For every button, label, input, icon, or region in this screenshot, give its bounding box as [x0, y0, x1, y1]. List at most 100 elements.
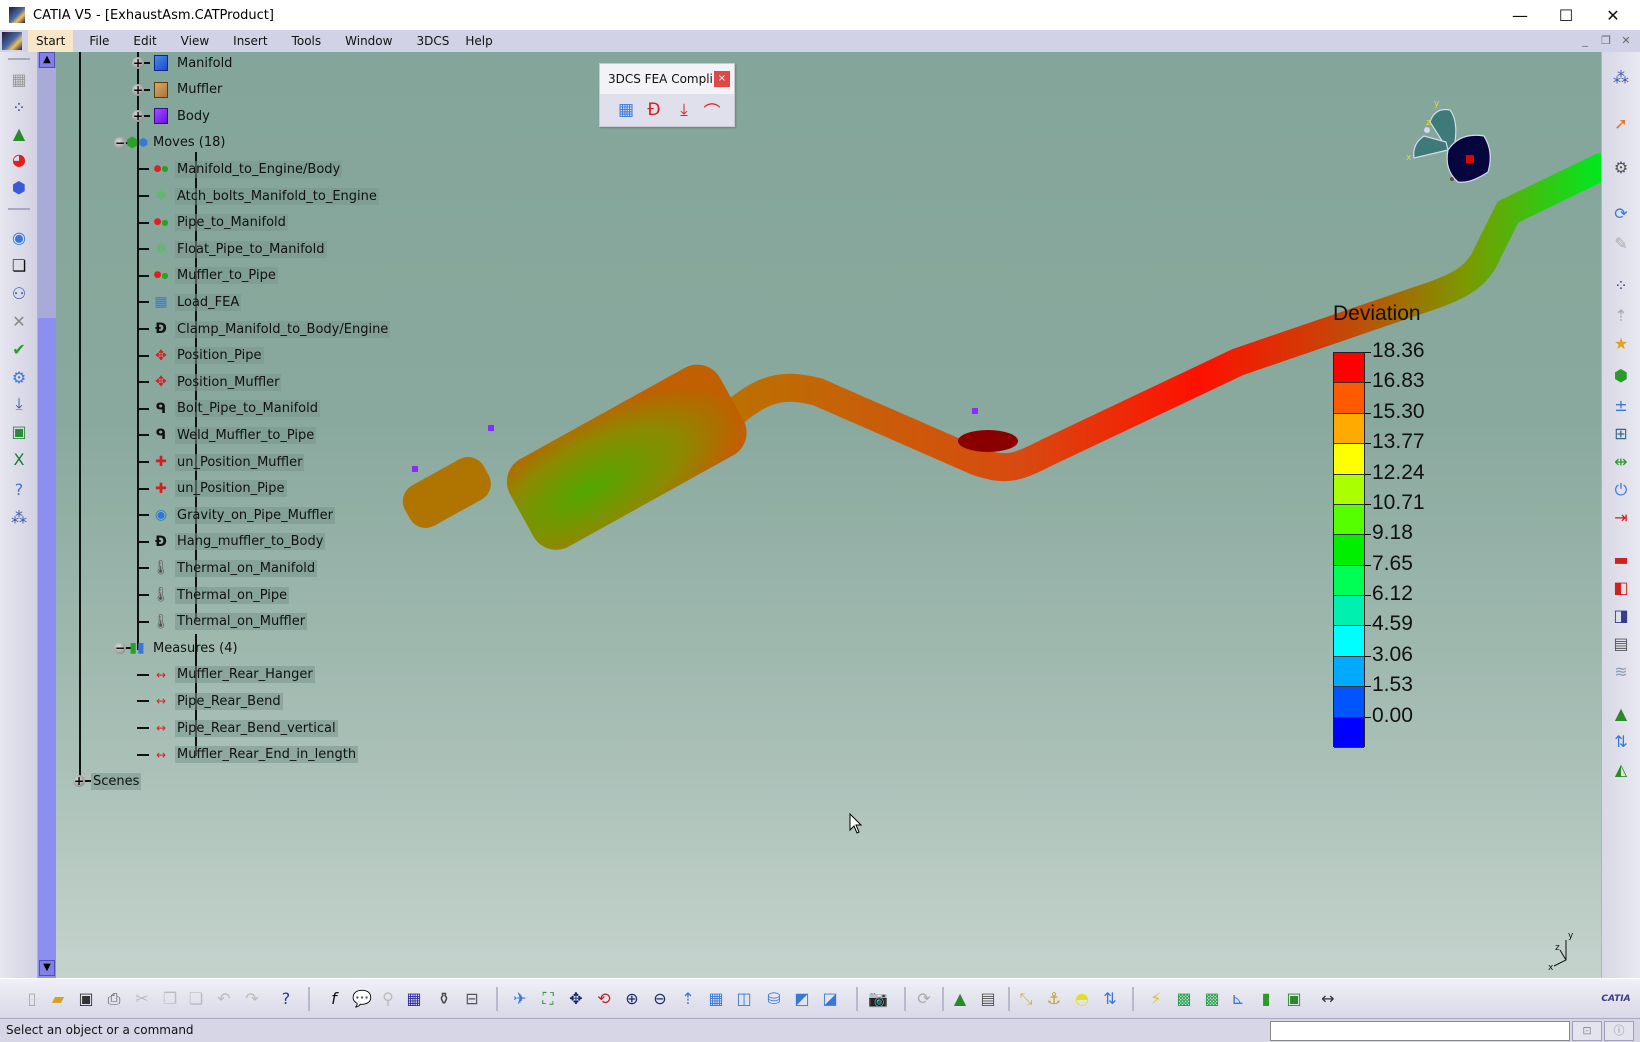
- select-gear-icon[interactable]: ⚙: [1609, 156, 1633, 180]
- feature-star-icon[interactable]: ★: [1609, 332, 1633, 356]
- tree-node-move[interactable]: ᑫ Bolt_Pipe_to_Manifold: [150, 398, 320, 420]
- gdt-icon[interactable]: ⊞: [1609, 422, 1633, 446]
- lock-icon[interactable]: ⚲: [376, 987, 400, 1011]
- tree-node-move[interactable]: Ɖ Clamp_Manifold_to_Body/Engine: [150, 318, 391, 340]
- tree-node-part[interactable]: Body: [150, 105, 212, 127]
- expand-toggle-icon[interactable]: +: [132, 57, 144, 69]
- measure-point-marker[interactable]: [972, 408, 978, 414]
- deformed-shape-icon[interactable]: ⌒: [700, 98, 724, 123]
- layers-icon[interactable]: ≋: [1609, 660, 1633, 684]
- graph-icon[interactable]: ◭: [1609, 758, 1633, 782]
- print-icon[interactable]: ⎙: [102, 987, 126, 1011]
- contributors-icon[interactable]: ◨: [1609, 604, 1633, 628]
- menu-insert[interactable]: Insert: [225, 30, 275, 52]
- fit-all-icon[interactable]: ⛶: [536, 987, 560, 1011]
- maximize-button[interactable]: ☐: [1543, 0, 1589, 30]
- menu-file[interactable]: File: [81, 30, 117, 52]
- points-cloud-icon[interactable]: ⁘: [7, 96, 31, 120]
- simulation-icon[interactable]: ▲: [948, 987, 972, 1011]
- tree-node-move[interactable]: ⚛ Atch_bolts_Manifold_to_Engine: [150, 185, 379, 207]
- expand-toggle-icon[interactable]: +: [73, 775, 85, 788]
- color-legend-icon[interactable]: ⊾: [1226, 987, 1250, 1011]
- collapse-toggle-icon[interactable]: −: [114, 136, 126, 149]
- contour-plot-icon[interactable]: ▩: [1172, 987, 1196, 1011]
- schematic-icon[interactable]: ⊟: [460, 987, 484, 1011]
- menu-edit[interactable]: Edit: [125, 30, 164, 52]
- select-arrow-icon[interactable]: ➚: [1609, 112, 1633, 136]
- tree-node-measure[interactable]: ↔ Pipe_Rear_Bend_vertical: [150, 717, 338, 739]
- doc-minimize-button[interactable]: _: [1576, 33, 1594, 49]
- measures-icon[interactable]: ⇹: [1609, 450, 1633, 474]
- redo-icon[interactable]: ↷: [240, 987, 264, 1011]
- copy-icon[interactable]: ❐: [158, 987, 182, 1011]
- tree-node-part[interactable]: Muffler: [150, 79, 224, 101]
- tree-node-move[interactable]: 🌡 Thermal_on_Muffler: [150, 611, 308, 633]
- mesh-cube-icon[interactable]: ▦: [7, 68, 31, 92]
- clamp-red-icon[interactable]: Ɖ: [642, 98, 666, 122]
- menu-start[interactable]: Start: [28, 30, 74, 52]
- tree-node-measure[interactable]: ↔ Pipe_Rear_Bend: [150, 690, 283, 712]
- menu-3dcs[interactable]: 3DCS: [408, 30, 457, 52]
- menu-tools[interactable]: Tools: [284, 30, 330, 52]
- rotate-icon[interactable]: ⟲: [592, 987, 616, 1011]
- formula-icon[interactable]: f: [322, 987, 346, 1011]
- tree-node-part[interactable]: Manifold: [150, 52, 234, 74]
- menu-help[interactable]: Help: [457, 30, 500, 52]
- exhaust-pipe[interactable]: [694, 153, 1601, 482]
- render-style-icon[interactable]: ⛁: [762, 987, 786, 1011]
- expand-toggle-icon[interactable]: +: [132, 110, 144, 123]
- 3d-part-icon[interactable]: ⬢: [7, 176, 31, 200]
- update-disabled-icon[interactable]: ⟳: [912, 987, 936, 1011]
- tree-node-moves[interactable]: ⬢ ⬢ Moves (18): [126, 132, 227, 154]
- normal-view-icon[interactable]: ⇡: [676, 987, 700, 1011]
- table-icon[interactable]: ▦: [402, 987, 426, 1011]
- new-icon[interactable]: ▯: [20, 987, 44, 1011]
- tree-scrollbar[interactable]: ▲ ▼: [38, 52, 56, 978]
- catalog-icon[interactable]: ⚱: [432, 987, 456, 1011]
- tree-node-move[interactable]: ✥ Position_Pipe: [150, 345, 264, 367]
- document-icon[interactable]: [2, 32, 22, 50]
- anchor-icon[interactable]: ⚓: [1042, 987, 1066, 1011]
- tolerance-icon[interactable]: ±: [1609, 394, 1633, 418]
- bar-chart-icon[interactable]: ▮: [1254, 987, 1278, 1011]
- tree-node-move[interactable]: 🌡 Thermal_on_Pipe: [150, 584, 290, 606]
- fea-toolbar-close-button[interactable]: ×: [714, 71, 730, 87]
- iso-view-icon[interactable]: ◫: [732, 987, 756, 1011]
- binoculars-icon[interactable]: ⚇: [7, 282, 31, 306]
- scrollbar-track[interactable]: [38, 68, 56, 318]
- menu-window[interactable]: Window: [337, 30, 400, 52]
- run-analysis-icon[interactable]: ⚡: [1144, 987, 1168, 1011]
- hide-show-icon[interactable]: ◩: [790, 987, 814, 1011]
- measure-point-marker[interactable]: [488, 425, 494, 431]
- report-search-icon[interactable]: ▣: [7, 420, 31, 444]
- pan-icon[interactable]: ✥: [564, 987, 588, 1011]
- moves-icon[interactable]: ⬢: [1609, 364, 1633, 388]
- sensitivity-icon[interactable]: ⇅: [1609, 730, 1633, 754]
- analysis-part-icon[interactable]: ◧: [1609, 576, 1633, 600]
- color-wheel-icon[interactable]: ◕: [7, 148, 31, 172]
- doc-restore-button[interactable]: ❐: [1597, 33, 1615, 49]
- fea-compliance-toolbar[interactable]: 3DCS FEA Compli... × ▦ Ɖ ⤓ ⌒: [599, 63, 735, 127]
- axis-move-icon[interactable]: ⇅: [1098, 987, 1122, 1011]
- whats-this-icon[interactable]: ?: [274, 987, 298, 1011]
- excel-export-icon[interactable]: X: [7, 448, 31, 472]
- contour-scale-icon[interactable]: ▩: [1200, 987, 1224, 1011]
- scroll-down-arrow[interactable]: ▼: [39, 960, 55, 976]
- update-tree-icon[interactable]: ⟳: [1609, 202, 1633, 226]
- tree-node-move[interactable]: ● ● Pipe_to_Manifold: [150, 212, 288, 234]
- multi-view-icon[interactable]: ▦: [704, 987, 728, 1011]
- tree-node-move[interactable]: ● ● Manifold_to_Engine/Body: [150, 158, 343, 180]
- tree-node-move[interactable]: ◉ Gravity_on_Pipe_Muffler: [150, 504, 335, 526]
- histogram-icon[interactable]: ▲: [1609, 702, 1633, 726]
- tree-node-scenes[interactable]: Scenes: [91, 770, 142, 792]
- gear-play-icon[interactable]: ⚙: [7, 366, 31, 390]
- light-icon[interactable]: ◓: [1070, 987, 1094, 1011]
- import-icon[interactable]: ⤓: [7, 392, 31, 416]
- tree-node-move[interactable]: Ɖ Hang_muffler_to_Body: [150, 531, 326, 553]
- gap-flush-icon[interactable]: ⇥: [1609, 506, 1633, 530]
- command-input[interactable]: [1270, 1021, 1570, 1041]
- disabled-tool-icon[interactable]: ✎: [1609, 232, 1633, 256]
- tree-node-move[interactable]: ⚛ Float_Pipe_to_Manifold: [150, 238, 327, 260]
- tree-node-move[interactable]: ᑫ Weld_Muffler_to_Pipe: [150, 424, 317, 446]
- tree-node-move[interactable]: 🌡 Thermal_on_Manifold: [150, 557, 318, 579]
